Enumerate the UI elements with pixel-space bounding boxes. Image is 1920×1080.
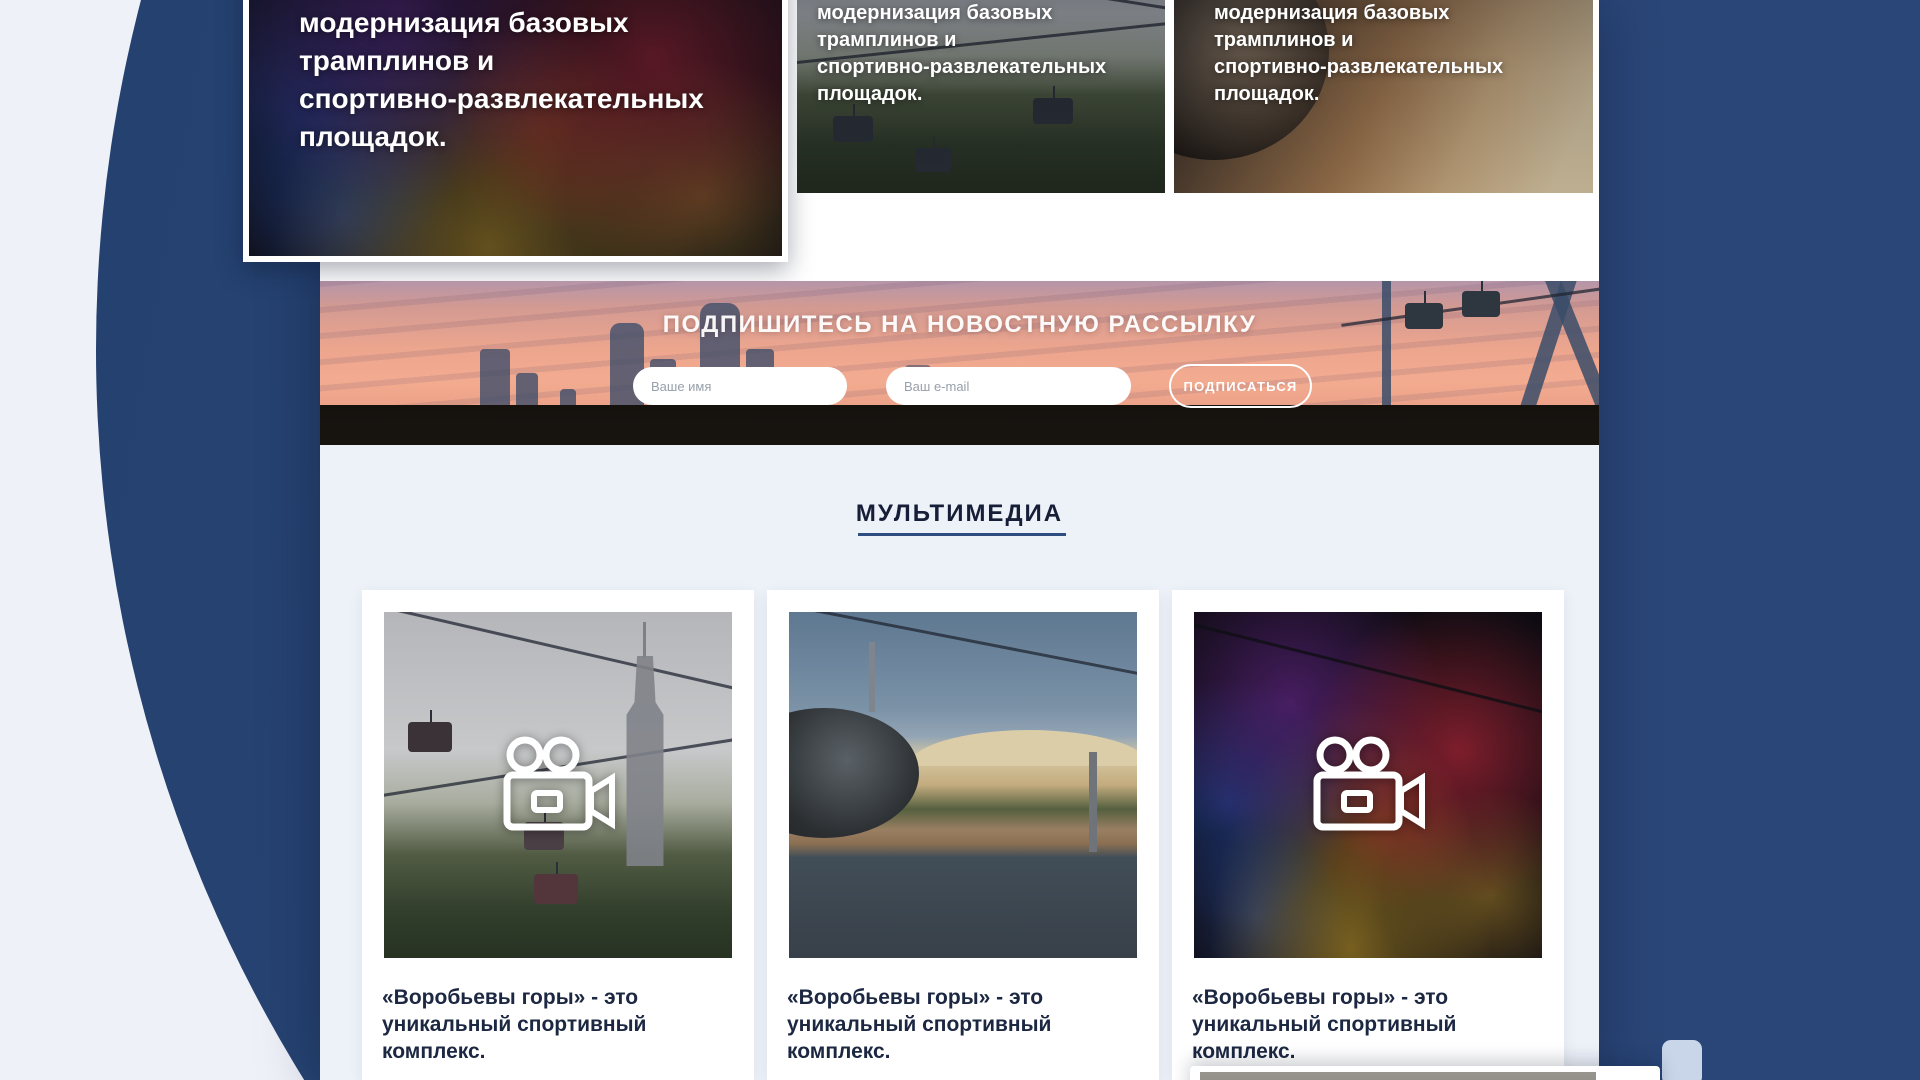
gray-photo <box>1200 1072 1596 1080</box>
page: модернизация базовых трамплинов и спорти… <box>0 0 1920 1080</box>
trees-silhouette <box>320 405 1599 445</box>
subscribe-button[interactable]: ПОДПИСАТЬСЯ <box>1169 364 1312 408</box>
cable-pylon <box>1089 752 1097 852</box>
university-spire <box>643 622 646 658</box>
video-camera-icon[interactable] <box>498 736 618 834</box>
hero-slide-3[interactable]: модернизация базовых трамплинов и спорти… <box>1174 0 1593 193</box>
video-camera-icon[interactable] <box>1308 736 1428 834</box>
name-input[interactable] <box>633 367 847 405</box>
hero-slide-text: модернизация базовых трамплинов и спорти… <box>299 4 704 156</box>
multimedia-section-title: МУЛЬТИМЕДИА <box>320 500 1599 528</box>
multimedia-caption: «Воробьевы горы» - это уникальный спорти… <box>382 984 722 1065</box>
hero-slide-text: модернизация базовых трамплинов и спорти… <box>1214 0 1503 108</box>
newsletter-title: ПОДПИШИТЕСЬ НА НОВОСТНУЮ РАССЫЛКУ <box>320 311 1599 339</box>
email-input[interactable] <box>886 367 1131 405</box>
scroll-to-top-button[interactable] <box>1662 1040 1702 1080</box>
multimedia-caption: «Воробьевы горы» - это уникальный спорти… <box>1192 984 1532 1065</box>
newsletter-banner: ПОДПИШИТЕСЬ НА НОВОСТНУЮ РАССЫЛКУ ПОДПИС… <box>320 281 1599 445</box>
hero-slide-2[interactable]: модернизация базовых трамплинов и спорти… <box>797 0 1165 193</box>
section-title-underline <box>858 533 1066 536</box>
cable-car-cabin <box>534 874 578 904</box>
multimedia-caption: «Воробьевы горы» - это уникальный спорти… <box>787 984 1127 1065</box>
cabin-hanger-arm <box>869 642 875 712</box>
hero-slide-text: модернизация базовых трамплинов и спорти… <box>817 0 1106 108</box>
multimedia-image-gondola[interactable] <box>789 612 1137 958</box>
hero-slide-active[interactable]: модернизация базовых трамплинов и спорти… <box>243 0 788 262</box>
popup-card-image <box>1200 1072 1596 1080</box>
cable-car-cabin <box>408 722 452 752</box>
